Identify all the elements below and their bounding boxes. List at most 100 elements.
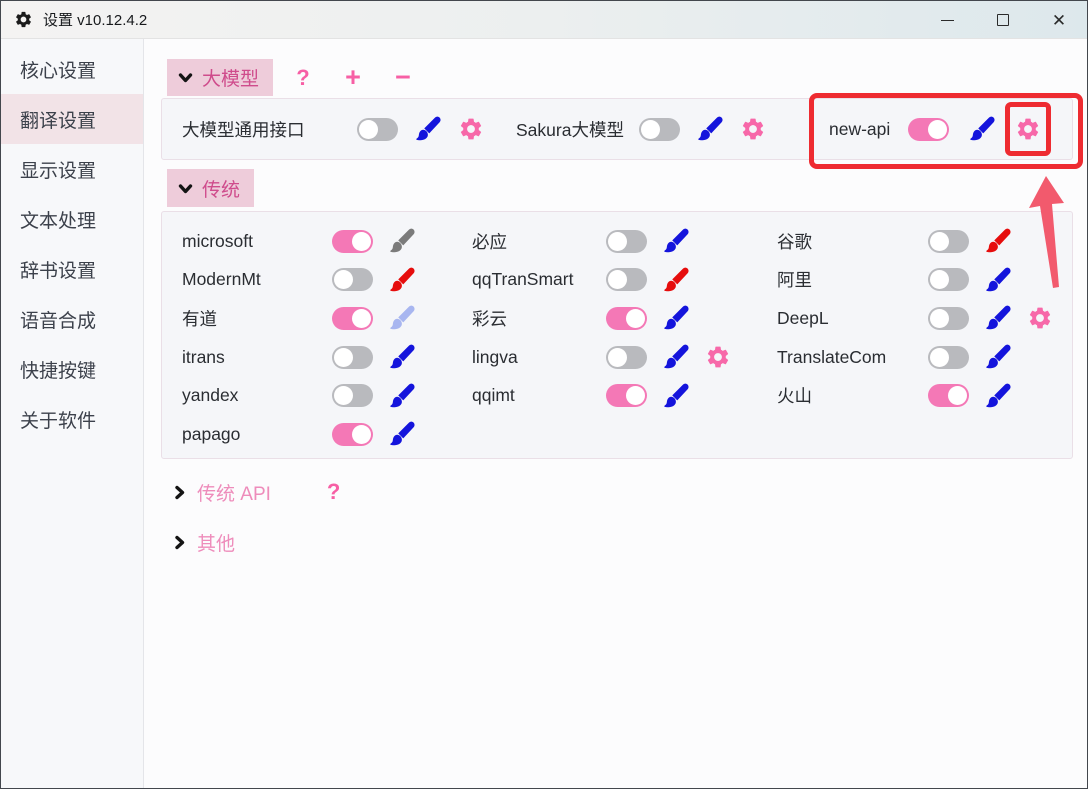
sidebar-item-label: 辞书设置 <box>20 256 96 283</box>
section-header-traditional-api[interactable]: 传统 API ? <box>173 478 340 506</box>
chevron-right-icon <box>173 535 186 550</box>
settings-gear-icon[interactable] <box>705 344 731 370</box>
translator-row: qqTranSmart <box>472 265 731 295</box>
translator-row: microsoft <box>182 226 457 256</box>
sidebar-item[interactable]: 翻译设置 <box>1 94 143 144</box>
section-label: 大模型 <box>202 64 259 91</box>
brush-icon[interactable] <box>387 303 417 333</box>
toggle-knob <box>608 270 627 289</box>
brush-icon[interactable] <box>695 114 725 144</box>
brush-icon[interactable] <box>387 381 417 411</box>
help-button[interactable]: ? <box>327 479 340 505</box>
brush-icon[interactable] <box>387 265 417 295</box>
enable-toggle[interactable] <box>606 268 647 291</box>
enable-toggle[interactable] <box>357 118 398 141</box>
toggle-knob <box>334 348 353 367</box>
enable-toggle[interactable] <box>332 384 373 407</box>
section-header-llm[interactable]: 大模型 <box>167 59 273 96</box>
window-controls: ✕ <box>919 1 1087 39</box>
service-label: DeepL <box>777 308 914 329</box>
brush-icon[interactable] <box>661 303 691 333</box>
section-header-other[interactable]: 其他 <box>173 528 235 556</box>
translator-column-1: microsoftModernMt有道itransyandexpapago <box>182 222 457 454</box>
settings-gear-icon[interactable] <box>458 116 484 142</box>
service-label: new-api <box>829 119 890 140</box>
service-label: 火山 <box>777 383 914 408</box>
translator-row: papago <box>182 419 457 449</box>
enable-toggle[interactable] <box>606 384 647 407</box>
brush-icon[interactable] <box>983 265 1013 295</box>
toggle-knob <box>928 120 947 139</box>
enable-toggle[interactable] <box>928 230 969 253</box>
settings-gear-icon[interactable] <box>1027 305 1053 331</box>
brush-icon[interactable] <box>983 381 1013 411</box>
brush-icon[interactable] <box>983 226 1013 256</box>
maximize-icon <box>997 14 1009 26</box>
toggle-knob <box>608 232 627 251</box>
settings-gear-icon[interactable] <box>740 116 766 142</box>
enable-toggle[interactable] <box>928 346 969 369</box>
service-label: 大模型通用接口 <box>182 117 342 142</box>
enable-toggle[interactable] <box>928 384 969 407</box>
enable-toggle[interactable] <box>606 307 647 330</box>
enable-toggle[interactable] <box>908 118 949 141</box>
toggle-knob <box>930 309 949 328</box>
settings-content: 大模型 ? + − 大模型通用接口Sakura大模型new-api 传统 mic… <box>144 39 1087 788</box>
brush-icon[interactable] <box>661 342 691 372</box>
brush-icon[interactable] <box>387 226 417 256</box>
enable-toggle[interactable] <box>606 346 647 369</box>
enable-toggle[interactable] <box>928 268 969 291</box>
llm-service: 大模型通用接口 <box>182 114 484 144</box>
enable-toggle[interactable] <box>332 423 373 446</box>
toggle-knob <box>641 120 660 139</box>
section-header-traditional[interactable]: 传统 <box>167 169 254 207</box>
sidebar-item[interactable]: 核心设置 <box>1 44 143 94</box>
translator-row: ModernMt <box>182 265 457 295</box>
brush-icon[interactable] <box>661 265 691 295</box>
help-button[interactable]: ? <box>292 65 314 91</box>
brush-icon[interactable] <box>661 381 691 411</box>
brush-icon[interactable] <box>967 114 997 144</box>
section-label: 传统 <box>202 175 240 202</box>
sidebar-item[interactable]: 显示设置 <box>1 144 143 194</box>
brush-icon[interactable] <box>413 114 443 144</box>
translator-row: 火山 <box>777 381 1053 411</box>
sidebar-item[interactable]: 关于软件 <box>1 394 143 444</box>
brush-icon[interactable] <box>387 342 417 372</box>
sidebar-item-label: 文本处理 <box>20 206 96 233</box>
service-label: 彩云 <box>472 306 592 331</box>
service-label: TranslateCom <box>777 347 914 368</box>
close-button[interactable]: ✕ <box>1031 1 1087 39</box>
llm-service: new-api <box>829 114 1041 144</box>
sidebar: 核心设置翻译设置显示设置文本处理辞书设置语音合成快捷按键关于软件 <box>1 39 144 788</box>
sidebar-item-label: 显示设置 <box>20 156 96 183</box>
sidebar-item[interactable]: 语音合成 <box>1 294 143 344</box>
enable-toggle[interactable] <box>928 307 969 330</box>
enable-toggle[interactable] <box>639 118 680 141</box>
toggle-knob <box>626 386 645 405</box>
sidebar-item-label: 关于软件 <box>20 406 96 433</box>
service-label: papago <box>182 424 318 445</box>
sidebar-item[interactable]: 文本处理 <box>1 194 143 244</box>
settings-gear-icon[interactable] <box>1015 116 1041 142</box>
translator-row: 阿里 <box>777 265 1053 295</box>
toggle-knob <box>352 309 371 328</box>
enable-toggle[interactable] <box>332 307 373 330</box>
brush-icon[interactable] <box>387 419 417 449</box>
brush-icon[interactable] <box>983 342 1013 372</box>
translator-row: itrans <box>182 342 457 372</box>
enable-toggle[interactable] <box>606 230 647 253</box>
brush-icon[interactable] <box>983 303 1013 333</box>
maximize-button[interactable] <box>975 1 1031 39</box>
toggle-knob <box>352 425 371 444</box>
sidebar-item[interactable]: 辞书设置 <box>1 244 143 294</box>
service-label: 有道 <box>182 306 318 331</box>
minimize-button[interactable] <box>919 1 975 39</box>
add-button[interactable]: + <box>342 62 364 93</box>
enable-toggle[interactable] <box>332 230 373 253</box>
sidebar-item[interactable]: 快捷按键 <box>1 344 143 394</box>
enable-toggle[interactable] <box>332 268 373 291</box>
remove-button[interactable]: − <box>392 62 414 93</box>
brush-icon[interactable] <box>661 226 691 256</box>
enable-toggle[interactable] <box>332 346 373 369</box>
